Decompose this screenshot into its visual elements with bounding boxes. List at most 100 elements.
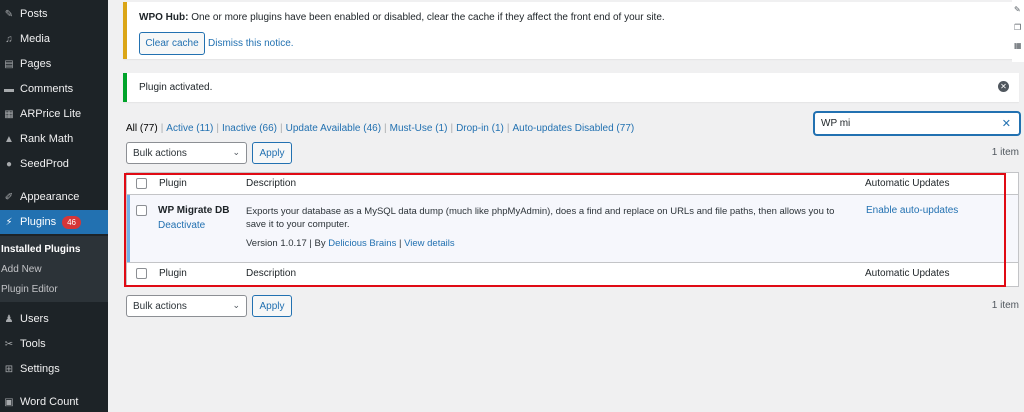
- settings-icon: ⊞: [4, 363, 14, 375]
- column-plugin: Plugin: [159, 178, 187, 189]
- view-details-link[interactable]: View details: [404, 238, 455, 249]
- sidebar-item-media[interactable]: ♫ Media: [0, 27, 108, 51]
- filter-active[interactable]: Active (11): [166, 123, 213, 134]
- wordcount-icon: ▣: [4, 396, 14, 408]
- notice-text: Plugin activated.: [139, 82, 213, 93]
- sidebar-item-word-count[interactable]: ▣ Word Count: [0, 390, 108, 412]
- admin-sidebar: ✎ Posts ♫ Media ▤ Pages ▬ Comments ▦ ARP…: [0, 0, 108, 412]
- sidebar-item-label: Rank Math: [20, 133, 74, 145]
- wrench-icon: ✂: [4, 338, 14, 350]
- select-value: Bulk actions: [133, 147, 187, 159]
- clear-search-icon[interactable]: ✕: [1002, 117, 1011, 130]
- apply-button-bottom[interactable]: Apply: [252, 295, 292, 317]
- enable-auto-updates-link[interactable]: Enable auto-updates: [866, 205, 958, 216]
- sidebar-item-arprice[interactable]: ▦ ARPrice Lite: [0, 102, 108, 126]
- clear-cache-button[interactable]: Clear cache: [139, 32, 205, 55]
- plugins-submenu: Installed Plugins Add New Plugin Editor: [0, 236, 108, 302]
- sidebar-item-label: Tools: [20, 338, 46, 350]
- media-icon: ♫: [5, 33, 13, 45]
- pencil-icon: ✎: [1014, 5, 1021, 14]
- author-link[interactable]: Delicious Brains: [328, 238, 396, 249]
- submenu-add-new[interactable]: Add New: [0, 260, 108, 280]
- table-footer: Plugin Description Automatic Updates: [127, 262, 1018, 284]
- filter-drop-in[interactable]: Drop-in (1): [456, 123, 504, 134]
- plugins-table: Plugin Description Automatic Updates WP …: [126, 172, 1019, 287]
- filter-auto-updates-disabled[interactable]: Auto-updates Disabled (77): [512, 123, 634, 134]
- column-plugin: Plugin: [159, 268, 187, 279]
- submenu-plugin-editor[interactable]: Plugin Editor: [0, 280, 108, 300]
- comment-icon: ▬: [4, 83, 14, 95]
- filter-inactive[interactable]: Inactive (66): [222, 123, 277, 134]
- column-description: Description: [246, 268, 297, 279]
- select-all-checkbox-bottom[interactable]: [136, 268, 147, 279]
- sidebar-item-seedprod[interactable]: ● SeedProd: [0, 152, 108, 176]
- copy-icon: ❐: [1014, 23, 1022, 32]
- sidebar-item-label: Appearance: [20, 191, 80, 203]
- bulk-actions-select-top[interactable]: Bulk actions ⌄: [126, 142, 247, 164]
- pushpin-icon: ✎: [4, 8, 14, 20]
- sidebar-item-label: Users: [20, 313, 49, 325]
- wpo-hub-notice: WPO Hub: One or more plugins have been e…: [123, 2, 1013, 59]
- meta-separator: |: [396, 238, 405, 249]
- select-value: Bulk actions: [133, 300, 187, 312]
- plugin-status-filters: All (77) | Active (11) | Inactive (66) | Updat…: [126, 123, 635, 134]
- sidebar-item-label: SeedProd: [20, 158, 69, 170]
- column-description: Description: [246, 178, 297, 189]
- plugin-version: Version 1.0.17 | By: [246, 238, 329, 249]
- page-icon: ▤: [4, 58, 14, 70]
- sidebar-item-label: Settings: [20, 363, 60, 375]
- sidebar-item-label: Pages: [20, 58, 52, 70]
- submenu-installed-plugins[interactable]: Installed Plugins: [0, 240, 108, 260]
- row-checkbox[interactable]: [136, 205, 147, 216]
- sidebar-item-label: Plugins: [20, 216, 57, 228]
- plugin-description: Exports your database as a MySQL data du…: [246, 206, 835, 230]
- grid-icon: ▦: [1014, 41, 1022, 50]
- sidebar-item-rank-math[interactable]: ▲ Rank Math: [0, 127, 108, 151]
- deactivate-link[interactable]: Deactivate: [158, 220, 205, 231]
- notice-text: One or more plugins have been enabled or…: [188, 12, 665, 23]
- paintbrush-icon: ✐: [4, 191, 14, 203]
- chevron-down-icon: ⌄: [232, 147, 240, 157]
- sidebar-item-label: Posts: [20, 8, 48, 20]
- sidebar-item-tools[interactable]: ✂ Tools: [0, 332, 108, 356]
- filter-all[interactable]: All (77): [126, 123, 158, 134]
- table-row: WP Migrate DB Deactivate Exports your da…: [127, 195, 1018, 262]
- notice-title: WPO Hub:: [139, 12, 189, 23]
- sidebar-item-label: Comments: [20, 83, 74, 95]
- search-input[interactable]: [821, 116, 1001, 131]
- plugin-activated-notice: Plugin activated. ✕: [123, 73, 1019, 102]
- dismiss-notice-link[interactable]: Dismiss this notice.: [208, 38, 294, 49]
- seedprod-icon: ●: [5, 158, 13, 170]
- select-all-checkbox[interactable]: [136, 178, 147, 189]
- apply-button-top[interactable]: Apply: [252, 142, 292, 164]
- sidebar-item-label: Media: [20, 33, 50, 45]
- scrollbar-tools[interactable]: ✎ ❐ ▦: [1012, 0, 1024, 62]
- sidebar-item-settings[interactable]: ⊞ Settings: [0, 357, 108, 381]
- sidebar-item-appearance[interactable]: ✐ Appearance: [0, 185, 108, 209]
- sidebar-item-comments[interactable]: ▬ Comments: [0, 77, 108, 101]
- sidebar-item-label: ARPrice Lite: [20, 108, 82, 120]
- filter-update-available[interactable]: Update Available (46): [286, 123, 381, 134]
- item-count-top: 1 item: [991, 147, 1019, 158]
- chevron-down-icon: ⌄: [232, 300, 240, 310]
- chart-icon: ▲: [4, 133, 14, 145]
- table-header: Plugin Description Automatic Updates: [127, 173, 1018, 195]
- column-automatic-updates: Automatic Updates: [865, 178, 950, 189]
- close-icon[interactable]: ✕: [998, 81, 1009, 92]
- sidebar-item-pages[interactable]: ▤ Pages: [0, 52, 108, 76]
- sidebar-item-posts[interactable]: ✎ Posts: [0, 2, 108, 26]
- update-count-badge: 46: [62, 215, 81, 229]
- bulk-actions-select-bottom[interactable]: Bulk actions ⌄: [126, 295, 247, 317]
- plugin-name: WP Migrate DB: [158, 205, 230, 216]
- plug-icon: ⚡: [5, 216, 13, 228]
- arprice-icon: ▦: [4, 108, 14, 120]
- plugin-meta: Version 1.0.17 | By Delicious Brains | V…: [246, 238, 455, 249]
- column-automatic-updates: Automatic Updates: [865, 268, 950, 279]
- filter-must-use[interactable]: Must-Use (1): [390, 123, 448, 134]
- sidebar-item-label: Word Count: [20, 396, 79, 408]
- plugin-search: ✕: [814, 112, 1020, 135]
- users-icon: ♟: [4, 313, 14, 325]
- sidebar-item-plugins[interactable]: ⚡ Plugins 46: [0, 210, 108, 234]
- sidebar-item-users[interactable]: ♟ Users: [0, 307, 108, 331]
- item-count-bottom: 1 item: [991, 300, 1019, 311]
